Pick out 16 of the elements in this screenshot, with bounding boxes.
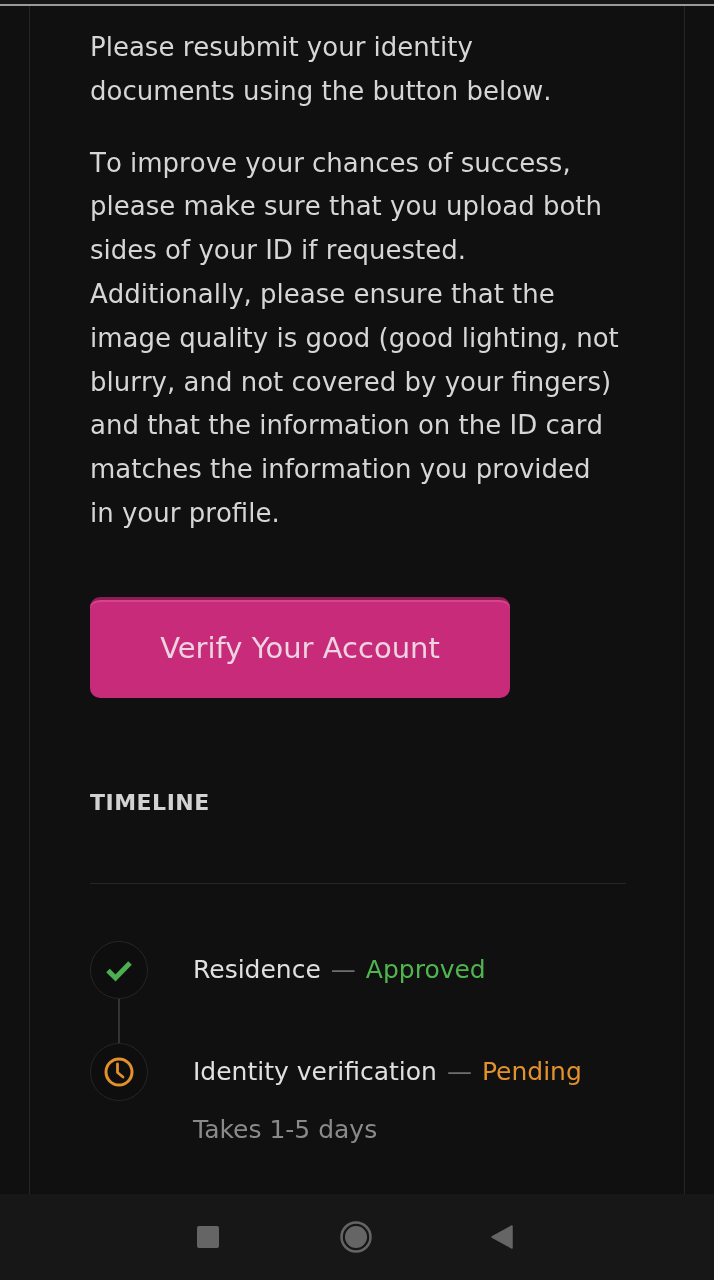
em-dash: — (330, 954, 356, 986)
instruction-paragraph: Please resubmit your identity documents using the button below. (90, 31, 553, 108)
instruction-paragraph: To improve your chances of success, please make sure that you upload both sides of your ID if requested. Additionally, please ensure that the image quality is good (good lighting, not blurry, and not covered by your fingers) and that the information on the ID card matches the information you provided in your profile. (90, 146, 620, 530)
home-icon[interactable] (340, 1221, 372, 1253)
status-label: Pending (481, 1056, 582, 1088)
verify-account-button[interactable]: Verify Your Account (90, 596, 510, 698)
timeline-heading: TIMELINE (90, 788, 210, 817)
timeline-connector (118, 998, 120, 1043)
duration-note: Takes 1-5 days (193, 1113, 379, 1146)
step-title: Identity verification (193, 1056, 437, 1088)
em-dash: — (446, 1056, 472, 1088)
back-icon[interactable] (491, 1225, 513, 1249)
check-icon (90, 940, 148, 999)
step-title: Residence (193, 954, 321, 986)
status-label: Approved (365, 954, 486, 986)
clock-icon (90, 1042, 148, 1101)
